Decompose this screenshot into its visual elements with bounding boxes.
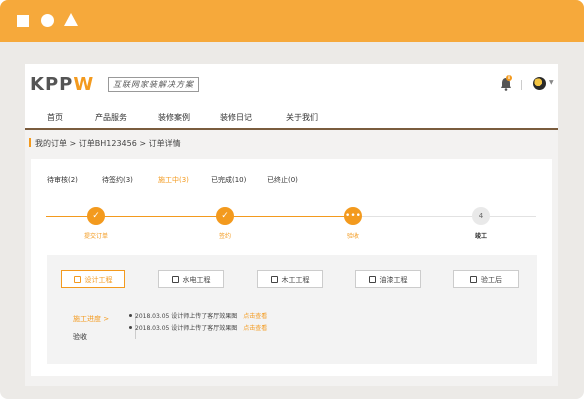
view-link[interactable]: 点击查看 [243, 313, 267, 320]
step-label-accept: 验收 [346, 233, 359, 240]
tab-in-construction[interactable]: 施工中(3) [158, 175, 189, 185]
circle-icon [41, 14, 54, 27]
notification-badge: 8 [506, 75, 512, 81]
nav-item-home[interactable]: 首页 [47, 112, 63, 123]
work-carpentry-button[interactable]: 木工工程 [257, 270, 323, 288]
square-icon [17, 15, 29, 27]
wood-icon [270, 276, 278, 283]
step-submit-node: ✓ [87, 207, 105, 225]
logo-text: KPP [30, 74, 74, 95]
step-label-submit: 提交订单 [83, 233, 108, 240]
site-header: KPPW 互联网家装解决方案 8 ▼ [25, 64, 558, 106]
window-topbar [0, 0, 584, 42]
step-label-sign: 签约 [218, 233, 231, 240]
step-accept-node: ••• [344, 207, 362, 225]
breadcrumb[interactable]: 我的订单 > 订单BH123456 > 订单详情 [29, 138, 181, 149]
work-inspection-button[interactable]: 验工后 [453, 270, 519, 288]
log-entry: 2018.03.05 设计师上传了客厅效果图 点击查看 [129, 323, 267, 332]
chevron-down-icon[interactable]: ▼ [549, 79, 554, 86]
nav-item-products[interactable]: 产品服务 [95, 112, 127, 123]
work-painting-button[interactable]: 油漆工程 [355, 270, 421, 288]
tab-completed[interactable]: 已完成(10) [211, 175, 246, 185]
acceptance-link[interactable]: 验收 [73, 332, 87, 342]
step-sign-node: ✓ [216, 207, 234, 225]
check-box-icon [470, 276, 477, 283]
work-plumbing-button[interactable]: 水电工程 [158, 270, 224, 288]
web-page: KPPW 互联网家装解决方案 8 ▼ 首页 产品服务 装修案例 装修日记 关于我… [25, 64, 558, 386]
order-detail-card: 待审核(2) 待签约(3) 施工中(3) 已完成(10) 已终止(0) ✓ ✓ … [31, 159, 552, 376]
work-panel: 设计工程 水电工程 木工工程 油漆工程 验工后 施工进度 > 验收 2018.0… [47, 255, 537, 364]
header-divider [521, 80, 522, 90]
more-icon: ••• [345, 211, 361, 221]
paint-icon [368, 276, 376, 283]
bullet-icon [129, 314, 132, 317]
tab-pending-sign[interactable]: 待签约(3) [102, 175, 133, 185]
logo-accent-letter: W [73, 74, 95, 95]
check-icon: ✓ [221, 211, 229, 221]
avatar[interactable] [533, 77, 546, 90]
main-nav: 首页 产品服务 装修案例 装修日记 关于我们 [25, 106, 558, 130]
nav-item-cases[interactable]: 装修案例 [158, 112, 190, 123]
check-icon: ✓ [92, 211, 100, 221]
triangle-icon [64, 13, 78, 26]
design-icon [73, 276, 81, 283]
progress-track-todo [352, 216, 536, 217]
bullet-icon [129, 326, 132, 329]
work-design-button[interactable]: 设计工程 [61, 270, 125, 288]
view-link[interactable]: 点击查看 [243, 325, 267, 332]
construction-progress-link[interactable]: 施工进度 > [73, 314, 109, 324]
worker-icon [171, 276, 179, 283]
site-slogan: 互联网家装解决方案 [108, 77, 199, 92]
step-finish-node: 4 [472, 207, 490, 225]
nav-item-about[interactable]: 关于我们 [286, 112, 318, 123]
tab-pending-review[interactable]: 待审核(2) [47, 175, 78, 185]
step-label-finish: 竣工 [474, 233, 487, 240]
site-logo[interactable]: KPPW [30, 74, 94, 95]
log-entry: 2018.03.05 设计师上传了客厅效果图 点击查看 [129, 311, 267, 320]
tab-terminated[interactable]: 已终止(0) [267, 175, 298, 185]
nav-item-diary[interactable]: 装修日记 [220, 112, 252, 123]
browser-frame: KPPW 互联网家装解决方案 8 ▼ 首页 产品服务 装修案例 装修日记 关于我… [0, 0, 584, 399]
